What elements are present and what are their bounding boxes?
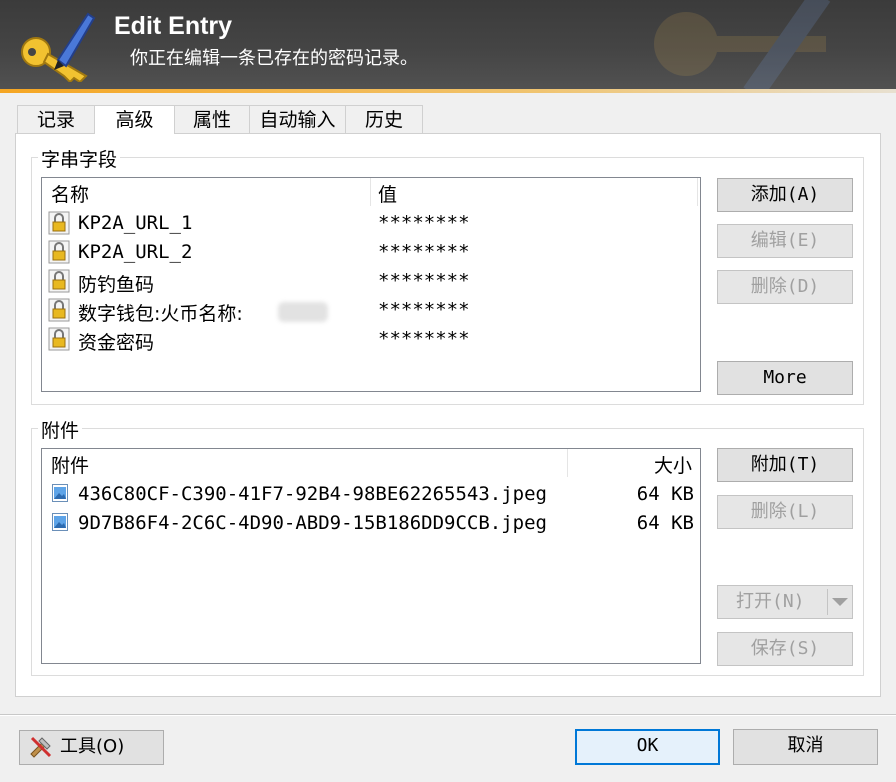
image-file-icon [52,484,68,502]
tools-icon [30,736,52,758]
chevron-down-icon[interactable] [832,598,848,606]
list-item[interactable]: KP2A_URL_1 ******** [48,209,696,238]
attachment-name: 436C80CF-C390-41F7-92B4-98BE62265543.jpe… [78,483,547,505]
open-attachment-button[interactable]: 打开(N) [717,585,853,619]
list-item[interactable]: 436C80CF-C390-41F7-92B4-98BE62265543.jpe… [48,480,696,509]
dialog-subtitle: 你正在编辑一条已存在的密码记录。 [130,48,418,69]
cancel-button[interactable]: 取消 [733,729,878,765]
strings-list-header: 名称 值 [42,178,700,206]
key-pen-icon [21,12,96,82]
attachments-list-header: 附件 大小 [42,449,700,477]
list-item[interactable]: KP2A_URL_2 ******** [48,238,696,267]
lock-icon [48,269,70,293]
add-string-button[interactable]: 添加(A) [717,178,853,212]
column-header-name[interactable]: 名称 [51,180,89,207]
attach-button[interactable]: 附加(T) [717,448,853,482]
column-header-value[interactable]: 值 [378,180,397,207]
key-pen-watermark-icon [654,0,831,92]
delete-string-button[interactable]: 删除(D) [717,270,853,304]
field-name: 防钓鱼码 [78,274,155,296]
column-header-attachment[interactable]: 附件 [51,451,89,478]
lock-icon [48,240,70,264]
list-item[interactable]: 资金密码 ******** [48,325,696,354]
tools-button[interactable]: 工具(O) [19,730,164,765]
list-item[interactable]: 数字钱包:火币名称: ******** [48,296,696,325]
header-banner: Edit Entry 你正在编辑一条已存在的密码记录。 [0,0,896,92]
list-item[interactable]: 防钓鱼码 ******** [48,267,696,296]
column-separator[interactable] [370,178,371,206]
image-file-icon [52,513,68,531]
tab-bar: 记录 高级 属性 自动输入 历史 [17,105,423,134]
list-item[interactable]: 9D7B86F4-2C6C-4D90-ABD9-15B186DD9CCB.jpe… [48,509,696,538]
field-value: ******** [378,241,470,263]
column-header-size[interactable]: 大小 [654,451,692,478]
open-attachment-label: 打开(N) [736,591,805,612]
attachment-size: 64 KB [636,512,694,534]
tab-autotype[interactable]: 自动输入 [249,105,346,133]
field-name: KP2A_URL_1 [78,212,193,234]
delete-attachment-button[interactable]: 删除(L) [717,495,853,529]
field-value: ******** [378,270,470,292]
field-value: ******** [378,328,470,350]
footer-divider-highlight [0,715,896,716]
more-button[interactable]: More [717,361,853,395]
lock-icon [48,327,70,351]
column-separator[interactable] [697,178,698,206]
field-value: ******** [378,212,470,234]
edit-string-button[interactable]: 编辑(E) [717,224,853,258]
tab-record[interactable]: 记录 [17,105,95,133]
field-name: 资金密码 [78,332,155,354]
blurred-text [278,302,328,322]
column-separator[interactable] [567,449,568,477]
field-name: KP2A_URL_2 [78,241,193,263]
split-divider [827,589,828,615]
save-attachment-button[interactable]: 保存(S) [717,632,853,666]
attachments-group-title: 附件 [38,416,83,443]
field-value: ******** [378,299,470,321]
strings-group-title: 字串字段 [38,145,121,172]
dialog-title: Edit Entry [114,12,233,40]
attachment-size: 64 KB [636,483,694,505]
tab-properties[interactable]: 属性 [174,105,250,133]
lock-icon [48,298,70,322]
strings-list[interactable]: 名称 值 KP2A_URL_1 ******** KP2A_URL_2 ****… [41,177,701,392]
lock-icon [48,211,70,235]
attachments-list[interactable]: 附件 大小 436C80CF-C390-41F7-92B4-98BE622655… [41,448,701,664]
tools-label: 工具(O) [60,736,125,757]
banner-stripe [0,89,896,93]
tab-history[interactable]: 历史 [345,105,423,133]
tab-advanced[interactable]: 高级 [94,105,175,134]
ok-button[interactable]: OK [575,729,720,765]
attachment-name: 9D7B86F4-2C6C-4D90-ABD9-15B186DD9CCB.jpe… [78,512,547,534]
field-name: 数字钱包:火币名称: [78,303,243,325]
